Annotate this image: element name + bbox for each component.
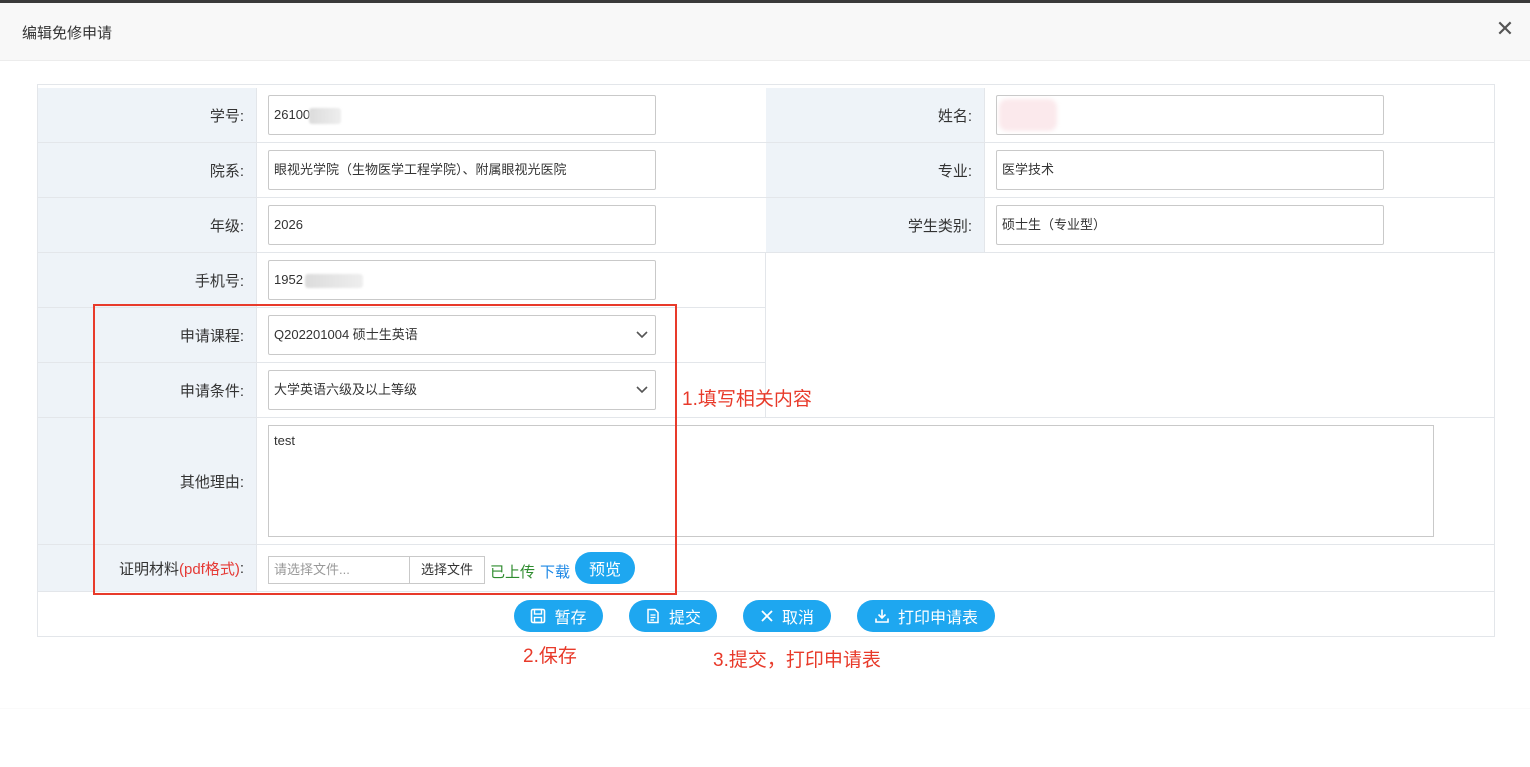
phone-label: 手机号: — [38, 253, 257, 308]
course-select[interactable]: Q202201004 硕士生英语 — [268, 315, 656, 355]
preview-label: 预览 — [588, 562, 621, 579]
modal-title: 编辑免修申请 — [22, 25, 113, 42]
preview-button[interactable]: 预览 — [575, 552, 635, 584]
grade-label: 年级: — [38, 198, 257, 253]
print-form-label: 打印申请表 — [897, 610, 978, 627]
name-field[interactable] — [996, 95, 1384, 135]
redacted-mask — [999, 99, 1057, 131]
condition-select[interactable]: 大学英语六级及以上等级 — [268, 370, 656, 410]
cancel-button[interactable]: 取消 — [743, 600, 831, 632]
reason-textarea[interactable]: test — [268, 425, 1434, 537]
reason-label: 其他理由: — [38, 418, 257, 545]
document-icon — [645, 608, 661, 624]
course-value: Q202201004 硕士生英语 — [274, 327, 418, 342]
department-field[interactable]: 眼视光学院（生物医学工程学院）、附属眼视光医院 — [268, 150, 656, 190]
student-type-field[interactable]: 硕士生（专业型） — [996, 205, 1384, 245]
name-label: 姓名: — [766, 88, 985, 143]
phone-field[interactable]: 1952 — [268, 260, 656, 300]
major-label: 专业: — [766, 143, 985, 198]
proof-label: 证明材料 (pdf格式): — [38, 545, 257, 592]
redacted-mask — [309, 108, 341, 124]
uploaded-status: 已上传 — [490, 564, 536, 581]
file-path-input[interactable]: 请选择文件... — [268, 556, 410, 584]
save-icon — [530, 608, 546, 624]
major-field[interactable]: 医学技术 — [996, 150, 1384, 190]
proof-label-text: 证明材料 — [118, 560, 179, 578]
download-icon — [874, 608, 890, 624]
close-icon[interactable]: ✕ — [1494, 19, 1516, 41]
modal-footer-edge — [0, 708, 1530, 709]
student-type-label: 学生类别: — [766, 198, 985, 253]
course-label: 申请课程: — [38, 308, 257, 363]
modal-header: 编辑免修申请 ✕ — [0, 3, 1530, 61]
submit-button[interactable]: 提交 — [629, 600, 717, 632]
save-draft-button[interactable]: 暂存 — [514, 600, 603, 632]
close-icon — [760, 609, 774, 623]
proof-format-hint: (pdf格式) — [178, 560, 240, 578]
condition-value: 大学英语六级及以上等级 — [274, 382, 418, 397]
annotation-step-3: 3.提交，打印申请表 — [713, 650, 881, 671]
student-id-label: 学号: — [38, 88, 257, 143]
phone-value: 1952 — [274, 272, 303, 287]
download-link[interactable]: 下载 — [540, 561, 570, 582]
choose-file-button[interactable]: 选择文件 — [409, 556, 485, 584]
print-form-button[interactable]: 打印申请表 — [857, 600, 995, 632]
redacted-mask — [305, 274, 363, 288]
annotation-step-1: 1.填写相关内容 — [682, 389, 812, 410]
chevron-down-icon — [629, 316, 655, 354]
annotation-step-2: 2.保存 — [523, 646, 577, 667]
proof-label-colon: : — [239, 559, 244, 577]
grade-field[interactable]: 2026 — [268, 205, 656, 245]
department-label: 院系: — [38, 143, 257, 198]
submit-label: 提交 — [668, 610, 701, 627]
cancel-label: 取消 — [781, 610, 814, 627]
student-id-field[interactable]: 261003 — [268, 95, 656, 135]
condition-label: 申请条件: — [38, 363, 257, 418]
save-draft-label: 暂存 — [554, 610, 587, 627]
chevron-down-icon — [629, 371, 655, 409]
